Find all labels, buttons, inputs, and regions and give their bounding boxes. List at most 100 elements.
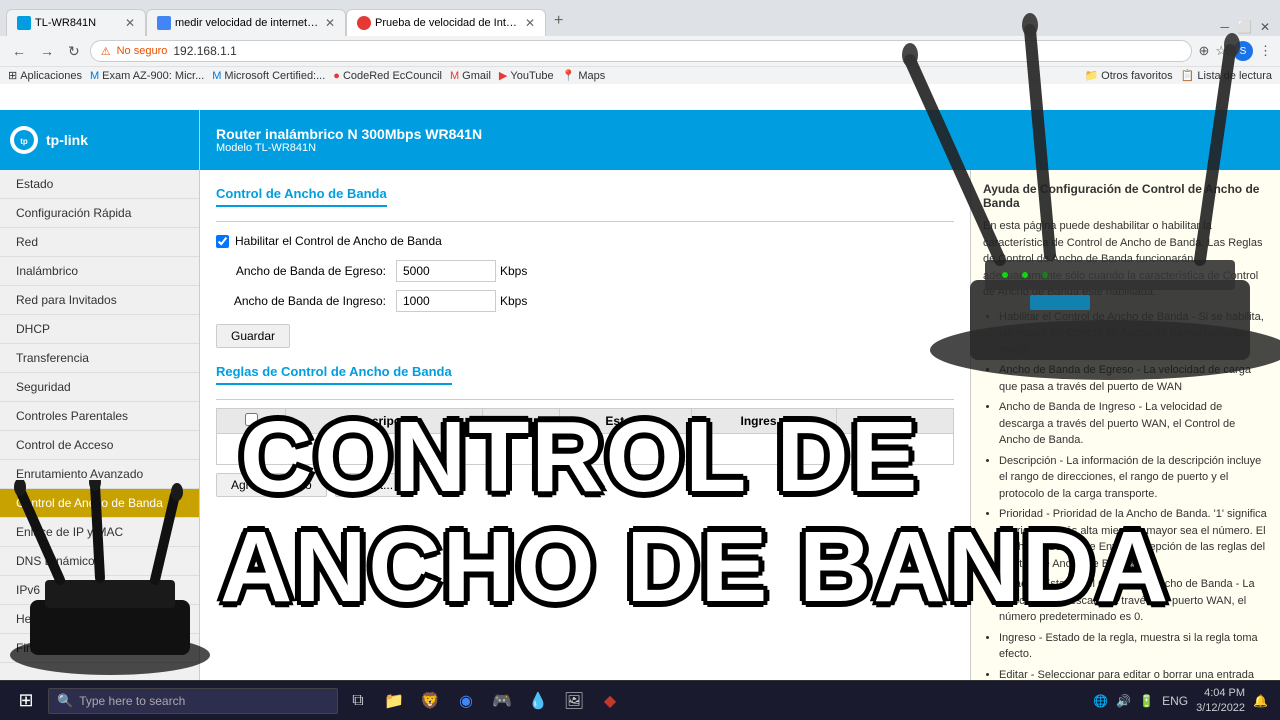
security-label: No seguro — [117, 45, 168, 57]
sidebar-item-dhcp[interactable]: DHCP — [0, 315, 199, 344]
toolbar-icons: ⊕ ☆ S ⋮ — [1198, 41, 1272, 61]
ingress-label: Ancho de Banda de Ingreso: — [216, 294, 396, 308]
ms-cert-icon: M — [212, 70, 221, 82]
sidebar-item-enrutamiento[interactable]: Enrutamiento Avanzado — [0, 460, 199, 489]
address-bar: ← → ↻ ⚠ No seguro 192.168.1.1 ⊕ ☆ S ⋮ — [0, 36, 1280, 66]
tab-2[interactable]: medir velocidad de internet - Bu... ✕ — [146, 9, 346, 36]
bookmark-maps-label: Maps — [578, 70, 605, 82]
ingress-unit: Kbps — [500, 294, 527, 308]
checkbox-row: Habilitar el Control de Ancho de Banda — [216, 234, 954, 248]
bookmark-star-icon[interactable]: ☆ — [1215, 43, 1227, 59]
maps-icon: 📍 — [562, 69, 576, 82]
reload-button[interactable]: ↻ — [64, 41, 84, 62]
tab-close-1[interactable]: ✕ — [125, 16, 135, 30]
taskbar-brave-browser[interactable]: 🦁 — [414, 685, 446, 717]
tab-close-2[interactable]: ✕ — [325, 16, 335, 30]
bookmark-exam-label: Exam AZ-900: Micr... — [102, 70, 204, 82]
sidebar-item-red[interactable]: Red — [0, 228, 199, 257]
bookmark-exam[interactable]: M Exam AZ-900: Micr... — [90, 70, 204, 82]
browser-chrome: TL-WR841N ✕ medir velocidad de internet … — [0, 0, 1280, 84]
sidebar-item-seguridad[interactable]: Seguridad — [0, 373, 199, 402]
bookmark-ms-cert[interactable]: M Microsoft Certified:... — [212, 70, 325, 82]
router-model-line2: Modelo TL-WR841N — [216, 142, 1264, 154]
col-prioridad: P... — [483, 409, 560, 434]
tray-volume-icon[interactable]: 🔊 — [1116, 694, 1131, 708]
sidebar-header: tp tp-link — [0, 110, 199, 170]
bookmark-maps[interactable]: 📍 Maps — [562, 69, 606, 82]
enable-bandwidth-checkbox[interactable] — [216, 235, 229, 248]
save-button[interactable]: Guardar — [216, 324, 290, 348]
taskbar-tray: 🌐 🔊 🔋 ENG 4:04 PM 3/12/2022 🔔 — [1093, 686, 1272, 715]
bookmark-otros[interactable]: 📁 Otros favoritos — [1084, 69, 1172, 82]
sidebar-item-enlace-ip-mac[interactable]: Enlace de IP y MAC — [0, 518, 199, 547]
tray-language[interactable]: ENG — [1162, 694, 1188, 708]
back-button[interactable]: ← — [8, 41, 30, 61]
sidebar-item-finalizar-sesion[interactable]: Finalizar Sesión — [0, 634, 199, 663]
egress-label: Ancho de Banda de Egreso: — [216, 264, 396, 278]
profile-icon[interactable]: S — [1233, 41, 1253, 61]
sidebar-item-estado[interactable]: Estado — [0, 170, 199, 199]
apps-grid-icon: ⊞ — [8, 69, 17, 82]
tab-bar: TL-WR841N ✕ medir velocidad de internet … — [0, 0, 1280, 36]
address-text[interactable]: 192.168.1.1 — [173, 44, 1181, 58]
sidebar-item-control-acceso[interactable]: Control de Acceso — [0, 431, 199, 460]
sidebar-item-dns-dinamico[interactable]: DNS Dinámico — [0, 547, 199, 576]
sidebar-item-red-invitados[interactable]: Red para Invitados — [0, 286, 199, 315]
tab-1[interactable]: TL-WR841N ✕ — [6, 9, 146, 36]
tray-clock[interactable]: 4:04 PM 3/12/2022 — [1196, 686, 1245, 715]
tab-3[interactable]: Prueba de velocidad de Internet... ✕ — [346, 9, 546, 36]
sidebar-item-herramientas[interactable]: Herramientas del Sistema — [0, 605, 199, 634]
sidebar-item-config-rapida[interactable]: Configuración Rápida — [0, 199, 199, 228]
bookmark-youtube[interactable]: ▶ YouTube — [499, 69, 554, 82]
start-button[interactable]: ⊞ — [8, 683, 44, 719]
sidebar-item-ipv6[interactable]: IPv6 — [0, 576, 199, 605]
bookmark-ms-cert-label: Microsoft Certified:... — [224, 70, 325, 82]
new-tab-button[interactable]: + — [546, 6, 571, 36]
taskbar-task-view[interactable]: ⧉ — [342, 685, 374, 717]
taskbar-app3[interactable]: ◆ — [594, 685, 626, 717]
search-placeholder: Type here to search — [79, 694, 185, 708]
table-header-row: Descripción P... Estado Ingres... Editar — [217, 409, 954, 434]
bookmark-apps-label: Aplicaciones — [20, 70, 82, 82]
enable-button[interactable]: Habilit... — [335, 473, 408, 497]
rules-section: Reglas de Control de Ancho de Banda Desc… — [216, 364, 954, 497]
bookmark-otros-label: Otros favoritos — [1101, 70, 1173, 82]
select-all-checkbox[interactable] — [245, 413, 258, 426]
bookmark-apps[interactable]: ⊞ Aplicaciones — [8, 69, 82, 82]
taskbar-epic-games[interactable]: 🎮 — [486, 685, 518, 717]
sidebar-item-inalambrico[interactable]: Inalámbrico — [0, 257, 199, 286]
ingress-input[interactable] — [396, 290, 496, 312]
help-item-8: Editar - Seleccionar para editar o borra… — [999, 667, 1268, 681]
restore-button[interactable]: ⬜ — [1233, 18, 1256, 36]
router-model-line1: Router inalámbrico N 300Mbps WR841N — [216, 126, 1264, 142]
taskbar-app1[interactable]: 💧 — [522, 685, 554, 717]
egress-input[interactable] — [396, 260, 496, 282]
gmail-icon: M — [450, 70, 459, 82]
sidebar-item-control-ancho-banda[interactable]: Control de Ancho de Banda — [0, 489, 199, 518]
taskbar-chrome[interactable]: ◉ — [450, 685, 482, 717]
bookmark-gmail[interactable]: M Gmail — [450, 70, 491, 82]
close-button[interactable]: ✕ — [1256, 18, 1274, 36]
taskbar-search-box[interactable]: 🔍 Type here to search — [48, 688, 338, 714]
menu-icon[interactable]: ⋮ — [1259, 43, 1272, 59]
ingress-row: Ancho de Banda de Ingreso: Kbps — [216, 290, 954, 312]
sidebar-item-transferencia[interactable]: Transferencia — [0, 344, 199, 373]
extensions-icon[interactable]: ⊕ — [1198, 43, 1209, 59]
tray-network-icon[interactable]: 🌐 — [1093, 694, 1108, 708]
help-item-7: Ingreso - Estado de la regla, muestra si… — [999, 630, 1268, 663]
bookmark-lista-label: Lista de lectura — [1197, 70, 1272, 82]
empty-table-message — [217, 434, 954, 465]
taskbar-file-explorer[interactable]: 📁 — [378, 685, 410, 717]
add-new-button[interactable]: Agregar Nuevo — [216, 473, 327, 497]
main-header: Router inalámbrico N 300Mbps WR841N Mode… — [200, 110, 1280, 170]
tray-battery-icon[interactable]: 🔋 — [1139, 694, 1154, 708]
col-ingreso: Ingres... — [691, 409, 836, 434]
sidebar-item-controles-parentales[interactable]: Controles Parentales — [0, 402, 199, 431]
bookmark-lista[interactable]: 📋 Lista de lectura — [1181, 69, 1272, 82]
forward-button[interactable]: → — [36, 41, 58, 61]
tray-notifications-icon[interactable]: 🔔 — [1253, 694, 1268, 708]
bookmark-codred[interactable]: ● CodeRed EcCouncil — [333, 70, 442, 82]
tab-close-3[interactable]: ✕ — [525, 16, 535, 30]
taskbar-app2[interactable]: 🖼 — [558, 685, 590, 717]
minimize-button[interactable]: ─ — [1216, 18, 1233, 36]
